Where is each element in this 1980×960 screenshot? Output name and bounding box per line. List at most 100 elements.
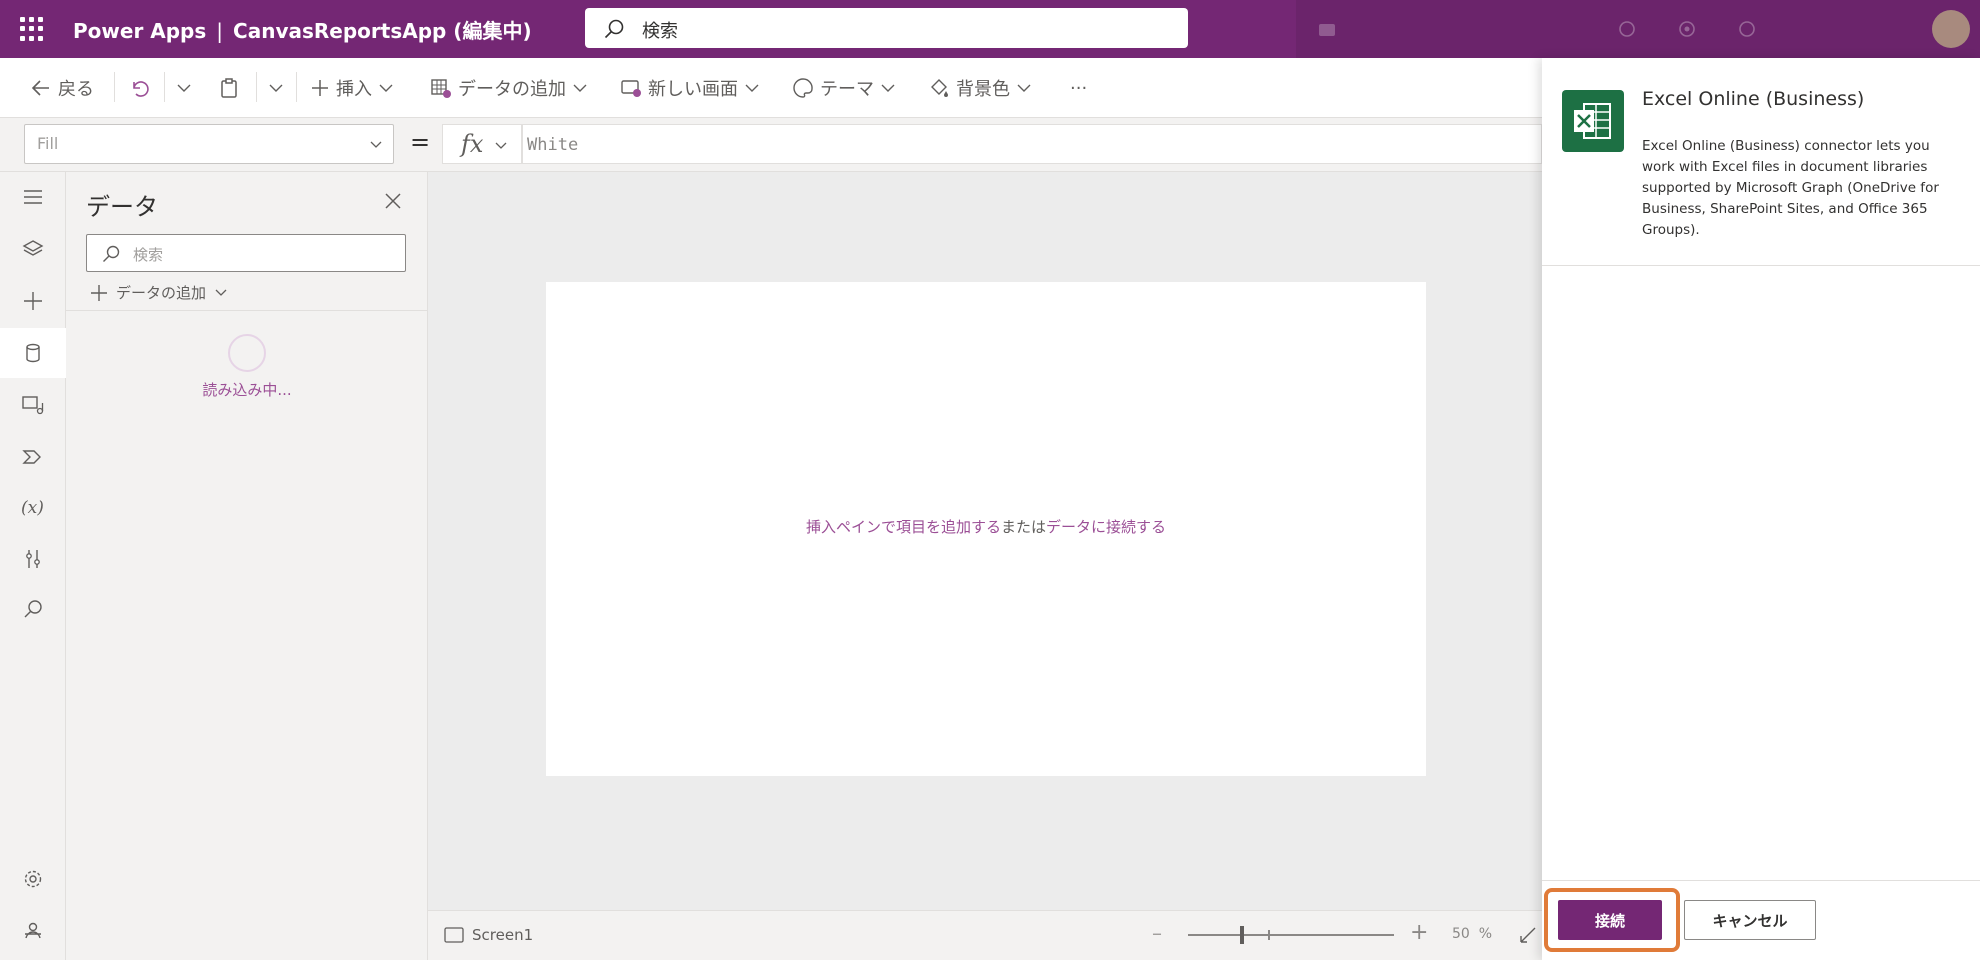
property-value: Fill <box>37 134 59 153</box>
data-search-input[interactable]: 検索 <box>86 234 406 272</box>
connect-button[interactable]: 接続 <box>1558 900 1662 940</box>
rail-tree-view[interactable] <box>0 224 66 274</box>
panel-divider <box>1542 265 1980 266</box>
plus-icon <box>312 80 328 96</box>
data-add-button[interactable]: データの追加 <box>90 282 228 303</box>
canvas-message-middle: または <box>1000 518 1046 536</box>
new-screen-button[interactable]: 新しい画面 <box>620 72 760 104</box>
toolbar-divider <box>296 72 297 102</box>
plus-icon <box>91 284 107 301</box>
environment-icon <box>1319 24 1335 36</box>
chevron-down-icon <box>745 84 759 92</box>
svg-text:(x): (x) <box>21 498 44 518</box>
data-search-placeholder: 検索 <box>133 246 164 264</box>
tools-icon <box>26 550 40 568</box>
fx-button[interactable]: fx <box>442 124 522 164</box>
rail-insert[interactable] <box>0 276 66 326</box>
loading-text: 読み込み中... <box>202 381 292 399</box>
back-label: 戻る <box>58 79 94 100</box>
layers-icon <box>22 240 44 256</box>
close-panel-button[interactable] <box>384 192 402 214</box>
screen-name: Screen1 <box>472 926 534 944</box>
insert-button[interactable]: 挿入 <box>310 72 394 104</box>
screen-selector[interactable]: Screen1 <box>444 926 533 944</box>
database-icon <box>26 343 40 363</box>
app-canvas[interactable]: 挿入ペインで項目を追加するまたはデータに接続する <box>546 282 1426 776</box>
background-color-button[interactable]: 背景色 <box>928 72 1032 104</box>
chevron-down-icon <box>573 84 587 92</box>
canvas-empty-message: 挿入ペインで項目を追加するまたはデータに接続する <box>546 516 1426 537</box>
rail-data[interactable] <box>0 328 66 378</box>
connector-panel: Excel Online (Business) Excel Online (Bu… <box>1542 58 1980 960</box>
zoom-slider[interactable] <box>1188 934 1394 936</box>
property-select[interactable]: Fill <box>24 124 394 164</box>
status-bar: Screen1 – + 50 % <box>428 910 1542 960</box>
palette-icon <box>793 78 813 98</box>
settings-icon[interactable] <box>1676 18 1698 40</box>
more-options-icon: ··· <box>1070 77 1088 99</box>
search-icon <box>103 245 120 262</box>
add-data-button[interactable]: データの追加 <box>430 72 588 104</box>
variable-icon: (x) <box>21 498 44 518</box>
help-icon[interactable] <box>1736 18 1758 40</box>
rail-power-automate[interactable] <box>0 432 66 482</box>
paste-button[interactable] <box>218 72 240 104</box>
toolbar-divider <box>114 72 115 102</box>
zoom-in-button[interactable]: + <box>1410 920 1428 945</box>
rail-media[interactable] <box>0 380 66 430</box>
rail-settings[interactable] <box>0 854 66 904</box>
undo-button[interactable] <box>128 72 150 104</box>
panel-divider <box>66 310 428 311</box>
formula-input[interactable]: White <box>522 124 1542 164</box>
more-options-button[interactable]: ··· <box>1070 72 1087 104</box>
agent-icon <box>25 922 41 939</box>
formula-bar: Fill = fx White <box>0 118 1542 172</box>
chevron-down-icon <box>379 84 393 92</box>
clipboard-icon <box>221 78 237 98</box>
excel-icon <box>1562 90 1624 152</box>
chevron-down-icon <box>881 84 895 92</box>
chevron-down-icon <box>269 84 283 92</box>
table-add-icon <box>431 79 451 98</box>
zoom-slider-thumb[interactable] <box>1240 926 1244 944</box>
rail-virtual-agent[interactable] <box>0 906 66 956</box>
rail-variables[interactable]: (x) <box>0 482 66 532</box>
hamburger-icon <box>24 190 42 204</box>
rail-menu[interactable] <box>0 172 66 222</box>
data-add-label: データの追加 <box>116 284 207 302</box>
connect-data-link[interactable]: データに接続する <box>1046 518 1166 536</box>
search-icon <box>24 600 42 618</box>
document-title: CanvasReportsApp (編集中) <box>233 19 532 43</box>
theme-button[interactable]: テーマ <box>792 72 896 104</box>
user-avatar[interactable] <box>1932 10 1970 48</box>
left-rail: (x) <box>0 172 66 960</box>
app-launcher-icon[interactable] <box>20 17 44 41</box>
global-search-input[interactable]: 検索 <box>585 8 1188 48</box>
back-button[interactable]: 戻る <box>30 72 94 104</box>
cancel-button[interactable]: キャンセル <box>1684 900 1816 940</box>
notification-icon[interactable] <box>1616 18 1638 40</box>
undo-dropdown[interactable] <box>176 72 192 104</box>
toolbar-divider <box>164 72 165 102</box>
new-screen-icon <box>621 80 641 97</box>
zoom-out-button[interactable]: – <box>1152 921 1162 945</box>
zoom-unit: % <box>1478 926 1493 942</box>
insert-pane-link[interactable]: 挿入ペインで項目を追加する <box>806 518 1001 536</box>
arrow-left-icon <box>31 80 49 96</box>
loading-spinner <box>228 334 266 372</box>
paste-dropdown[interactable] <box>268 72 284 104</box>
connector-description: Excel Online (Business) connector lets y… <box>1642 138 1939 238</box>
chevron-down-icon <box>370 141 382 148</box>
fx-icon: fx <box>461 130 484 158</box>
rail-search[interactable] <box>0 584 66 634</box>
canvas-area: 挿入ペインで項目を追加するまたはデータに接続する <box>428 172 1542 910</box>
connector-name: Excel Online (Business) <box>1642 88 1865 110</box>
toolbar-divider <box>256 72 257 102</box>
global-search-placeholder: 検索 <box>642 21 678 42</box>
data-panel: データ 検索 データの追加 読み込み中... <box>66 172 428 960</box>
new-screen-label: 新しい画面 <box>648 79 738 100</box>
expand-icon[interactable] <box>1518 925 1538 945</box>
rail-advanced-tools[interactable] <box>0 534 66 584</box>
theme-label: テーマ <box>820 79 874 100</box>
close-icon <box>385 193 401 209</box>
